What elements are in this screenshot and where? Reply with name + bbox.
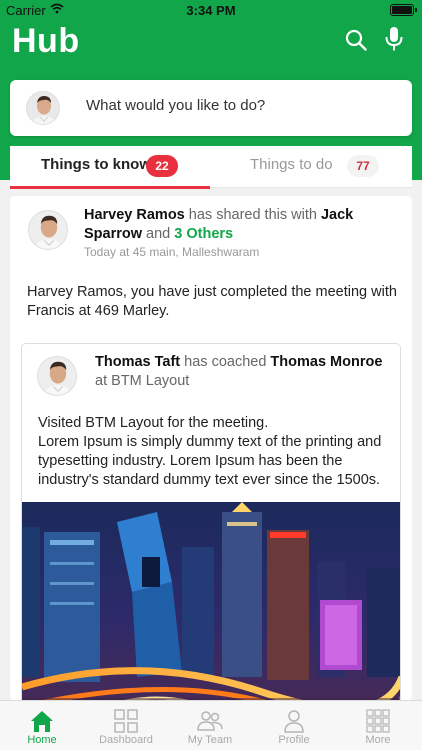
active-tab-indicator [10,186,210,189]
microphone-icon[interactable] [384,26,404,52]
post-body: Harvey Ramos, you have just completed th… [27,284,397,319]
shared-text: has shared this with [188,207,317,223]
tab-label: Home [27,734,57,746]
tab-label: Dashboard [99,734,153,746]
status-bar: Carrier 3:34 PM [0,0,422,20]
tab-label: Profile [278,734,310,746]
tab-profile[interactable]: Profile [252,701,336,750]
author-name[interactable]: Harvey Ramos [84,207,185,223]
coaching-header: Thomas Taft has coached Thomas Monroe at… [95,353,395,391]
ask-bar[interactable]: What would you like to do? [10,80,412,136]
coach-name[interactable]: Thomas Taft [95,354,180,370]
team-icon [197,711,223,731]
tab-things-to-know[interactable]: Things to know 22 [10,146,210,189]
and-text: and [146,226,171,242]
bottom-tab-bar: Home Dashboard My Team Profile More [0,700,422,750]
dashboard-icon [114,709,138,733]
coaching-line-1: Visited BTM Layout for the meeting. [38,415,269,431]
count-badge: 77 [347,155,379,177]
tab-label: More [365,734,391,746]
post-header: Harvey Ramos has shared this with Jack S… [84,206,394,244]
feed-tabs: Things to know 22 Things to do 77 [10,146,412,189]
tab-label: Things to do [250,156,333,173]
coached-text: has coached [184,354,267,370]
profile-icon [284,710,304,733]
author-avatar[interactable] [28,210,68,250]
coach-avatar[interactable] [37,356,77,396]
ask-placeholder: What would you like to do? [86,97,266,114]
tab-label: My Team [187,734,233,746]
tab-label: Things to know [41,156,151,173]
post-meta: Today at 45 main, Malleshwaram [84,245,260,259]
more-icon [366,709,390,733]
user-avatar [26,91,60,125]
tab-home[interactable]: Home [0,701,84,750]
coaching-body: Visited BTM Layout for the meeting. Lore… [38,414,390,490]
coaching-card[interactable]: Thomas Taft has coached Thomas Monroe at… [21,343,401,700]
home-icon [31,711,53,732]
app-title: Hub [12,22,80,60]
coachee-name[interactable]: Thomas Monroe [270,354,382,370]
search-icon[interactable] [345,29,367,51]
coaching-line-2: Lorem Ipsum is simply dummy text of the … [38,434,382,488]
tab-my-team[interactable]: My Team [168,701,252,750]
tab-more[interactable]: More [336,701,420,750]
others-link[interactable]: 3 Others [174,226,233,242]
feed-card[interactable]: Harvey Ramos has shared this with Jack S… [10,196,412,700]
count-badge: 22 [146,155,178,177]
tab-dashboard[interactable]: Dashboard [84,701,168,750]
clock: 3:34 PM [186,3,236,18]
city-night-photo[interactable] [22,502,401,700]
battery-icon [390,4,417,16]
tab-things-to-do[interactable]: Things to do 77 [210,146,412,188]
coaching-location: at BTM Layout [95,373,190,389]
